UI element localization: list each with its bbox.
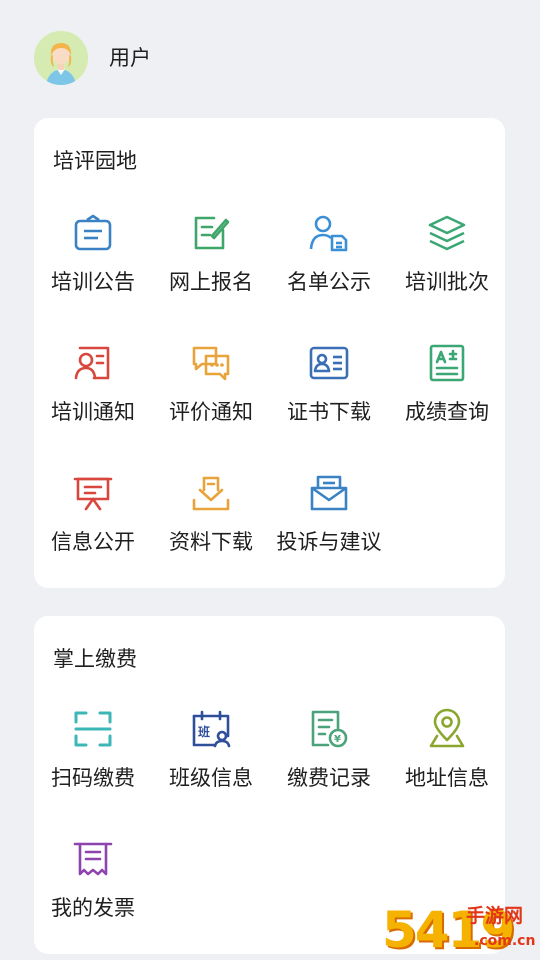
chat-bubbles-icon — [190, 342, 232, 384]
username[interactable]: 用户 — [109, 44, 151, 72]
grid-item-label: 我的发票 — [51, 896, 135, 920]
grid-item-training-batch[interactable]: 培训批次 — [388, 212, 506, 322]
grid-item-address-info[interactable]: 地址信息 — [388, 708, 506, 818]
grid-item-training-announcement[interactable]: 培训公告 — [34, 212, 152, 322]
grid-item-training-notice[interactable]: 培训通知 — [34, 342, 152, 452]
user-avatar-icon — [34, 31, 88, 85]
grid-item-complaints-suggestions[interactable]: 投诉与建议 — [270, 472, 388, 582]
watermark-domain: .com.cn — [474, 933, 536, 949]
grid-item-label: 投诉与建议 — [276, 530, 382, 554]
edit-form-icon — [190, 212, 232, 254]
avatar[interactable] — [34, 31, 88, 85]
id-card-icon — [308, 342, 350, 384]
grid-item-material-download[interactable]: 资料下载 — [152, 472, 270, 582]
grid-item-online-registration[interactable]: 网上报名 — [152, 212, 270, 322]
grid-item-label: 扫码缴费 — [51, 766, 135, 790]
grid-item-label: 缴费记录 — [287, 766, 371, 790]
grid-item-scan-pay[interactable]: 扫码缴费 — [34, 708, 152, 818]
download-tray-icon — [190, 472, 232, 514]
profile-header: 用户 — [0, 0, 540, 110]
grid-item-label: 名单公示 — [287, 270, 371, 294]
class-calendar-icon: 班 — [190, 708, 232, 750]
grid-item-label: 地址信息 — [405, 766, 489, 790]
grade-sheet-icon — [426, 342, 468, 384]
grid-item-label: 培训通知 — [51, 400, 135, 424]
location-pin-icon — [426, 708, 468, 750]
payment-record-icon: ¥ — [308, 708, 350, 750]
grid-item-label: 评价通知 — [169, 400, 253, 424]
layers-icon — [426, 212, 468, 254]
announcement-briefcase-icon — [72, 212, 114, 254]
grid-item-my-invoice[interactable]: 我的发票 — [34, 838, 152, 948]
notice-profile-icon — [72, 342, 114, 384]
grid-item-label: 成绩查询 — [405, 400, 489, 424]
grid-item-certificate-download[interactable]: 证书下载 — [270, 342, 388, 452]
training-section-card: 培评园地 培训公告 网上报名 名单公示 培训批次 培训通知 评价通知 证书下载 … — [34, 118, 505, 588]
watermark-site-name: 手游网 — [466, 905, 524, 927]
section-title-training: 培评园地 — [53, 149, 137, 173]
scan-code-icon — [72, 708, 114, 750]
grid-item-label: 证书下载 — [287, 400, 371, 424]
grid-item-label: 班级信息 — [169, 766, 253, 790]
grid-item-list-publicity[interactable]: 名单公示 — [270, 212, 388, 322]
grid-item-payment-records[interactable]: ¥ 缴费记录 — [270, 708, 388, 818]
invoice-receipt-icon — [72, 838, 114, 880]
person-list-icon — [308, 212, 350, 254]
grid-item-label: 培训公告 — [51, 270, 135, 294]
svg-text:¥: ¥ — [334, 734, 341, 745]
presentation-board-icon — [72, 472, 114, 514]
svg-text:班: 班 — [198, 724, 210, 739]
mail-envelope-icon — [308, 472, 350, 514]
grid-item-label: 信息公开 — [51, 530, 135, 554]
grid-item-label: 培训批次 — [405, 270, 489, 294]
grid-item-score-query[interactable]: 成绩查询 — [388, 342, 506, 452]
grid-item-class-info[interactable]: 班 班级信息 — [152, 708, 270, 818]
grid-item-label: 网上报名 — [169, 270, 253, 294]
grid-item-information-disclosure[interactable]: 信息公开 — [34, 472, 152, 582]
grid-item-evaluation-notice[interactable]: 评价通知 — [152, 342, 270, 452]
section-title-payment: 掌上缴费 — [53, 647, 137, 671]
site-watermark: 5419 手游网 .com.cn — [382, 900, 540, 960]
grid-item-label: 资料下载 — [169, 530, 253, 554]
